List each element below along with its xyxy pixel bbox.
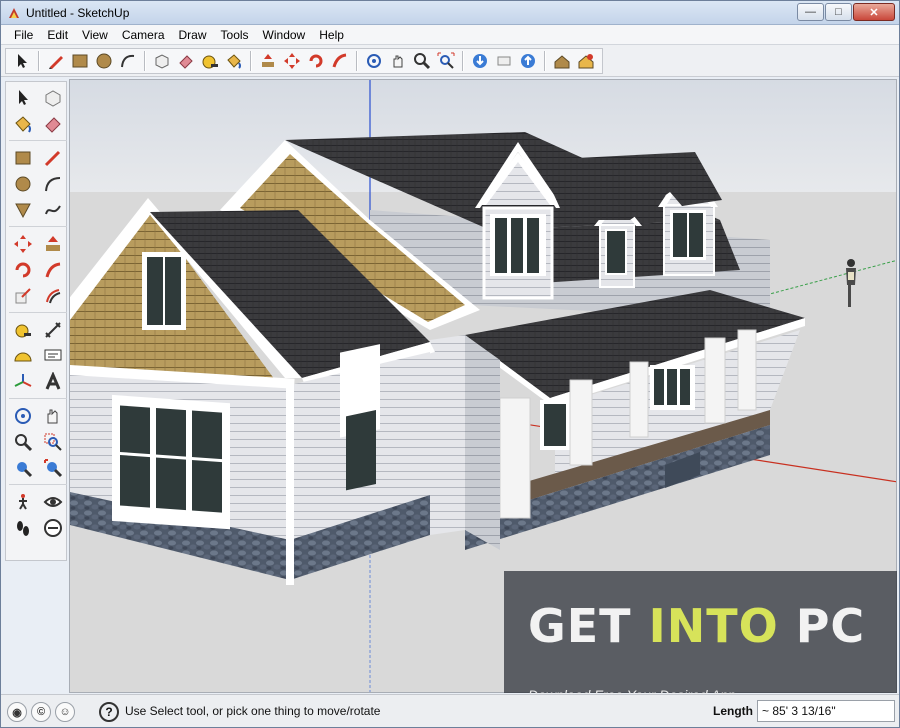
section-plane-icon[interactable] bbox=[39, 516, 67, 540]
pencil-icon[interactable] bbox=[44, 49, 68, 73]
sketchup-window: Untitled - SketchUp — □ ✕ File Edit View… bbox=[0, 0, 900, 728]
arc-icon[interactable] bbox=[116, 49, 140, 73]
paint-bucket-icon[interactable] bbox=[9, 112, 37, 136]
status-bar: ◉ © ☺ ? Use Select tool, or pick one thi… bbox=[1, 694, 899, 727]
make-component-icon[interactable] bbox=[39, 86, 67, 110]
walk-icon[interactable] bbox=[9, 490, 37, 514]
axes-icon[interactable] bbox=[9, 370, 37, 394]
toolbar-divider bbox=[144, 51, 146, 71]
user-icon[interactable]: ☺ bbox=[55, 702, 75, 722]
footprints-icon[interactable] bbox=[9, 516, 37, 540]
push-pull-icon[interactable] bbox=[256, 49, 280, 73]
rectangle-icon[interactable] bbox=[9, 146, 37, 170]
make-component-icon[interactable] bbox=[150, 49, 174, 73]
geo-location-icon[interactable]: ◉ bbox=[7, 702, 27, 722]
orbit-icon[interactable] bbox=[362, 49, 386, 73]
3d-text-icon[interactable] bbox=[39, 370, 67, 394]
tape-measure-icon[interactable] bbox=[198, 49, 222, 73]
left-toolbar bbox=[5, 81, 67, 561]
rectangle-icon[interactable] bbox=[68, 49, 92, 73]
rotate-icon[interactable] bbox=[304, 49, 328, 73]
center-wall bbox=[430, 335, 465, 535]
status-icons: ◉ © ☺ bbox=[7, 702, 75, 722]
add-location-icon[interactable] bbox=[574, 49, 598, 73]
credits-icon[interactable]: © bbox=[31, 702, 51, 722]
toolbar-divider bbox=[462, 51, 464, 71]
push-pull-icon[interactable] bbox=[39, 232, 67, 256]
share-component-icon[interactable] bbox=[516, 49, 540, 73]
pan-icon[interactable] bbox=[39, 404, 67, 428]
line-icon[interactable] bbox=[39, 146, 67, 170]
menu-view[interactable]: View bbox=[75, 28, 115, 42]
select-icon[interactable] bbox=[10, 49, 34, 73]
polygon-icon[interactable] bbox=[9, 198, 37, 222]
look-around-icon[interactable] bbox=[39, 490, 67, 514]
length-value-box[interactable]: ~ 85' 3 13/16" bbox=[757, 700, 895, 722]
toolbar-group bbox=[5, 48, 603, 74]
offset-icon[interactable] bbox=[39, 284, 67, 308]
circle-icon[interactable] bbox=[9, 172, 37, 196]
watermark-banner: GET INTO PC bbox=[504, 571, 897, 693]
zoom-icon[interactable] bbox=[410, 49, 434, 73]
zoom-extents-icon[interactable] bbox=[434, 49, 458, 73]
toolbar-divider bbox=[38, 51, 40, 71]
dimension-icon[interactable] bbox=[39, 318, 67, 342]
watermark-pc: PC bbox=[795, 599, 866, 653]
menu-file[interactable]: File bbox=[7, 28, 40, 42]
zoom-window-icon[interactable] bbox=[39, 430, 67, 454]
help-icon[interactable]: ? bbox=[99, 702, 119, 722]
share-model-icon[interactable] bbox=[492, 49, 516, 73]
menu-help[interactable]: Help bbox=[312, 28, 351, 42]
follow-me-icon[interactable] bbox=[39, 258, 67, 282]
window-title: Untitled - SketchUp bbox=[26, 6, 130, 20]
text-icon[interactable] bbox=[39, 344, 67, 368]
menu-bar: File Edit View Camera Draw Tools Window … bbox=[1, 25, 899, 45]
get-models-icon[interactable] bbox=[468, 49, 492, 73]
get-photo-texture-icon[interactable] bbox=[550, 49, 574, 73]
menu-draw[interactable]: Draw bbox=[172, 28, 214, 42]
close-button[interactable]: ✕ bbox=[853, 3, 895, 21]
eraser-icon[interactable] bbox=[174, 49, 198, 73]
tape-measure-icon[interactable] bbox=[9, 318, 37, 342]
sketchup-app-icon bbox=[9, 8, 19, 18]
main-toolbar bbox=[1, 45, 899, 77]
length-label: Length bbox=[713, 704, 753, 718]
toolbar-divider bbox=[356, 51, 358, 71]
minimize-button[interactable]: — bbox=[797, 3, 824, 21]
watermark-title: GET INTO PC bbox=[528, 599, 865, 653]
select-icon[interactable] bbox=[9, 86, 37, 110]
title-bar: Untitled - SketchUp — □ ✕ bbox=[1, 1, 899, 25]
move-icon[interactable] bbox=[280, 49, 304, 73]
menu-tools[interactable]: Tools bbox=[214, 28, 256, 42]
center-wall-side bbox=[465, 335, 500, 550]
zoom-extents-icon[interactable] bbox=[39, 456, 67, 480]
menu-window[interactable]: Window bbox=[256, 28, 313, 42]
previous-view-icon[interactable] bbox=[9, 456, 37, 480]
menu-edit[interactable]: Edit bbox=[40, 28, 75, 42]
rotate-icon[interactable] bbox=[9, 258, 37, 282]
orbit-icon[interactable] bbox=[9, 404, 37, 428]
watermark-into: INTO bbox=[648, 599, 779, 653]
window-controls: — □ ✕ bbox=[797, 3, 895, 21]
toolbar-divider bbox=[544, 51, 546, 71]
arc-icon[interactable] bbox=[39, 172, 67, 196]
menu-camera[interactable]: Camera bbox=[115, 28, 172, 42]
scale-icon[interactable] bbox=[9, 284, 37, 308]
pan-icon[interactable] bbox=[386, 49, 410, 73]
zoom-icon[interactable] bbox=[9, 430, 37, 454]
watermark-get: GET bbox=[528, 599, 632, 653]
freehand-icon[interactable] bbox=[39, 198, 67, 222]
follow-me-icon[interactable] bbox=[328, 49, 352, 73]
maximize-button[interactable]: □ bbox=[825, 3, 852, 21]
move-icon[interactable] bbox=[9, 232, 37, 256]
paint-bucket-icon[interactable] bbox=[222, 49, 246, 73]
protractor-icon[interactable] bbox=[9, 344, 37, 368]
left-toolbar-grid bbox=[9, 86, 67, 542]
eraser-icon[interactable] bbox=[39, 112, 67, 136]
circle-icon[interactable] bbox=[92, 49, 116, 73]
status-message: Use Select tool, or pick one thing to mo… bbox=[125, 704, 381, 718]
toolbar-divider bbox=[250, 51, 252, 71]
